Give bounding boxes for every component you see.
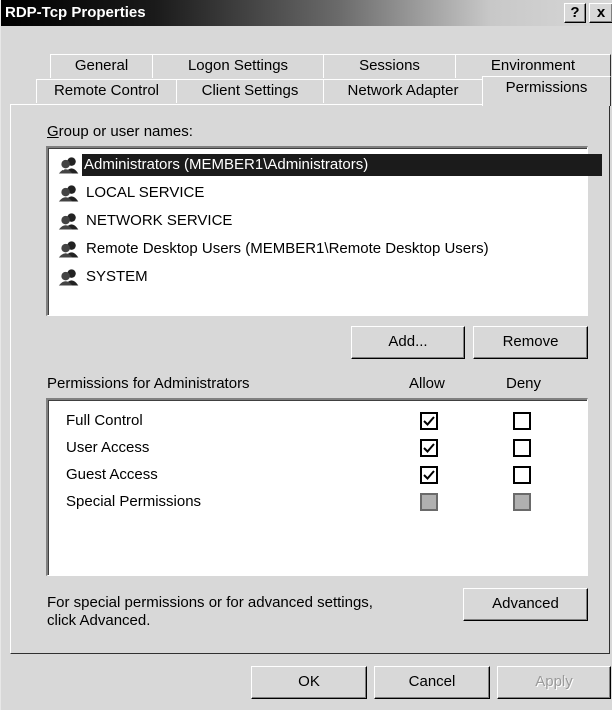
checkmark-icon [423, 416, 435, 426]
user-list[interactable]: Administrators (MEMBER1\Administrators) … [46, 146, 602, 316]
tab-sessions[interactable]: Sessions [323, 54, 456, 78]
user-group-icon [58, 241, 79, 258]
group-user-names-label: Group or user names: [47, 123, 193, 140]
tab-environment[interactable]: Environment [455, 54, 611, 78]
tab-remote-control[interactable]: Remote Control [36, 79, 177, 103]
window-title: RDP-Tcp Properties [5, 4, 146, 21]
tab-logon-settings[interactable]: Logon Settings [152, 54, 324, 78]
group-user-names-label-rest: roup or user names: [58, 123, 193, 140]
properties-dialog: RDP-Tcp Properties ? x General Logon Set… [0, 0, 612, 710]
add-button[interactable]: Add... [351, 326, 465, 359]
user-group-icon [58, 157, 79, 174]
deny-checkbox-disabled [513, 493, 531, 511]
permissions-label: Permissions for Administrators [47, 375, 250, 392]
close-button[interactable]: x [589, 3, 612, 23]
list-item-label: LOCAL SERVICE [86, 184, 205, 201]
advanced-hint-line1: For special permissions or for advanced … [47, 594, 373, 611]
title-bar[interactable]: RDP-Tcp Properties ? x [1, 0, 612, 26]
checkmark-icon [423, 470, 435, 480]
cancel-button[interactable]: Cancel [374, 666, 490, 699]
ok-button[interactable]: OK [251, 666, 367, 699]
remove-button[interactable]: Remove [473, 326, 588, 359]
permission-row: User Access [64, 437, 584, 463]
permission-name: Guest Access [66, 466, 158, 483]
tab-network-adapter[interactable]: Network Adapter [323, 79, 483, 103]
deny-checkbox[interactable] [513, 466, 531, 484]
list-item-icon-holder [54, 154, 84, 176]
deny-checkbox[interactable] [513, 439, 531, 457]
permission-name: Full Control [66, 412, 143, 429]
advanced-button[interactable]: Advanced [463, 588, 588, 621]
allow-checkbox[interactable] [420, 439, 438, 457]
deny-header: Deny [506, 375, 542, 392]
list-item-label: NETWORK SERVICE [86, 212, 233, 229]
tab-general[interactable]: General [50, 54, 153, 78]
user-group-icon [58, 213, 79, 230]
list-item[interactable]: Administrators (MEMBER1\Administrators) [82, 154, 602, 176]
permissions-list: Full Control User Access Guest Access Sp… [46, 398, 588, 576]
checkmark-icon [423, 443, 435, 453]
help-button[interactable]: ? [564, 3, 586, 23]
allow-checkbox-disabled [420, 493, 438, 511]
tab-client-settings[interactable]: Client Settings [176, 79, 324, 103]
list-item-label: SYSTEM [86, 268, 148, 285]
allow-header: Allow [409, 375, 445, 392]
allow-checkbox[interactable] [420, 412, 438, 430]
list-item[interactable]: LOCAL SERVICE [54, 182, 204, 204]
permission-name: User Access [66, 439, 150, 456]
permission-row: Guest Access [64, 464, 584, 490]
list-item-label: Administrators (MEMBER1\Administrators) [84, 156, 369, 173]
list-item[interactable]: SYSTEM [54, 266, 148, 288]
user-group-icon [58, 269, 79, 286]
permission-row: Full Control [64, 410, 584, 436]
apply-button: Apply [497, 666, 611, 699]
deny-checkbox[interactable] [513, 412, 531, 430]
advanced-hint-line2: click Advanced. [47, 612, 151, 629]
list-item-label: Remote Desktop Users (MEMBER1\Remote Des… [86, 240, 489, 257]
list-item[interactable]: NETWORK SERVICE [54, 210, 232, 232]
list-item[interactable]: Remote Desktop Users (MEMBER1\Remote Des… [54, 238, 489, 260]
user-group-icon [58, 185, 79, 202]
permission-row: Special Permissions [64, 491, 584, 517]
permission-name: Special Permissions [66, 493, 202, 510]
tab-permissions[interactable]: Permissions [482, 76, 611, 106]
allow-checkbox[interactable] [420, 466, 438, 484]
